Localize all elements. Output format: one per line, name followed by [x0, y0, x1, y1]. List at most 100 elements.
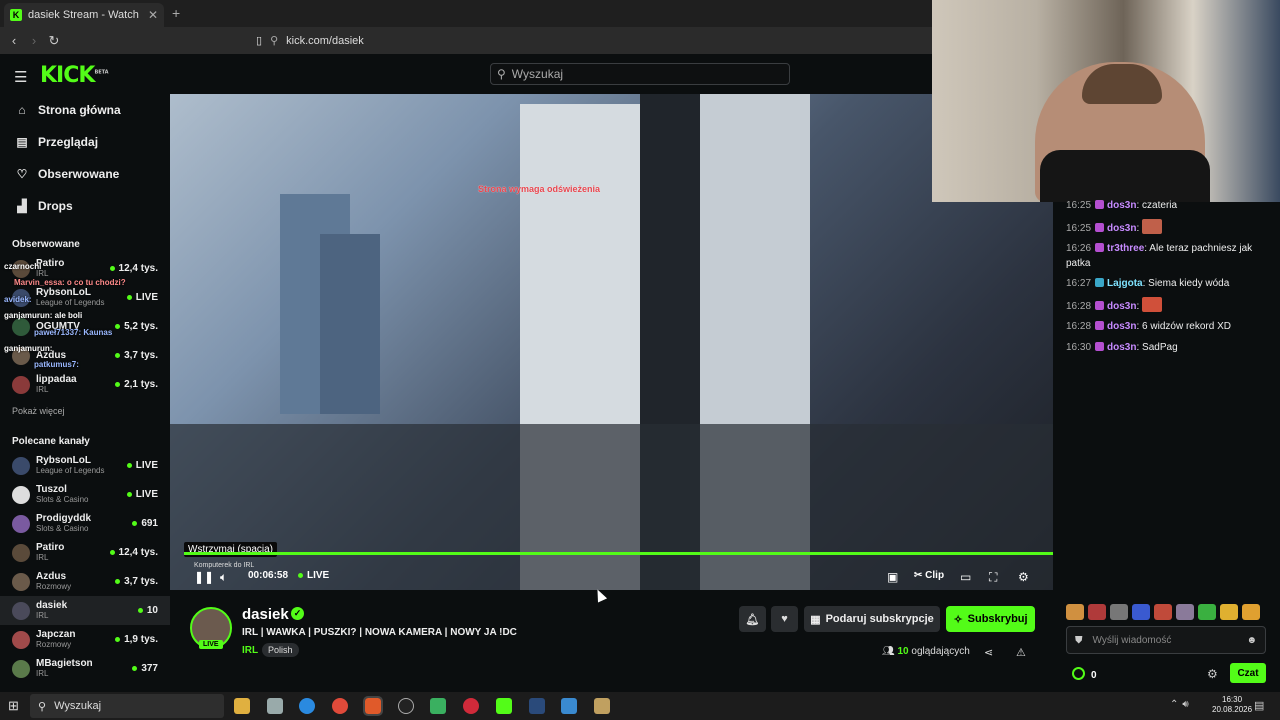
search-input[interactable]: ⚲ Wyszukaj	[490, 63, 790, 85]
emote-icon[interactable]	[1154, 604, 1172, 620]
progress-bar[interactable]	[184, 552, 1053, 555]
refresh-notice: Strona wymaga odświeżenia	[478, 184, 601, 194]
url-field[interactable]: ▯ ⚲ kick.com/dasiek	[256, 30, 932, 51]
msg-user[interactable]: dos3n	[1107, 200, 1136, 211]
notification-bell-button[interactable]: 🔔︎	[739, 606, 766, 632]
chat-gear-icon[interactable]: ⚙	[1207, 667, 1218, 681]
nav-browse[interactable]: ▤ Przeglądaj	[0, 126, 170, 158]
emote-icon[interactable]	[1176, 604, 1194, 620]
stream-category[interactable]: IRL	[242, 645, 258, 656]
app-icon[interactable]	[561, 698, 577, 714]
recommended-section-title: Polecane kanały	[12, 435, 90, 447]
emoji-icon[interactable]: ☻	[1246, 635, 1257, 646]
emote-icon[interactable]	[1110, 604, 1128, 620]
share-icon[interactable]: ⋖	[984, 646, 993, 659]
recommended-channel[interactable]: Prodigyddk Slots & Casino 691	[0, 509, 170, 538]
viewer-count: 3,7 tys.	[115, 350, 158, 361]
msg-user[interactable]: tr3three	[1107, 243, 1144, 254]
emote-icon[interactable]	[1132, 604, 1150, 620]
volume-icon[interactable]: 🔈︎	[220, 570, 227, 585]
close-tab-icon[interactable]: ✕	[148, 8, 158, 22]
language-tag[interactable]: Polish	[262, 643, 299, 657]
chat-input[interactable]: ⛊ Wyślij wiadomość ☻	[1066, 626, 1266, 654]
gift-sub-button[interactable]: ▦ Podaruj subskrypcje	[804, 606, 940, 632]
video-player[interactable]	[170, 94, 1053, 590]
msg-text: 6 widzów rekord XD	[1142, 321, 1231, 332]
bookmark-icon[interactable]: ▯	[256, 34, 262, 47]
back-icon[interactable]: ‹	[4, 33, 24, 48]
recommended-channel[interactable]: Tuszol Slots & Casino LIVE	[0, 480, 170, 509]
msg-user[interactable]: dos3n	[1107, 321, 1136, 332]
msg-time: 16:28	[1066, 301, 1092, 312]
badge-icon	[1095, 301, 1105, 310]
recommended-channel[interactable]: Azdus Rozmowy 3,7 tys.	[0, 567, 170, 596]
channel-name[interactable]: dasiek	[242, 606, 289, 623]
nav-drops[interactable]: ▟ Drops	[0, 190, 170, 222]
app-icon[interactable]	[430, 698, 446, 714]
msg-time: 16:26	[1066, 243, 1092, 254]
new-tab-button[interactable]: +	[172, 5, 180, 21]
windows-start-icon[interactable]: ⊞	[8, 698, 19, 714]
msg-time: 16:30	[1066, 342, 1092, 353]
send-chat-button[interactable]: Czat	[1230, 663, 1266, 683]
steam-icon[interactable]	[529, 698, 545, 714]
pause-icon[interactable]: ❚❚	[194, 570, 214, 584]
chat-message: 16:28 dos3n: 6 widzów rekord XD	[1066, 321, 1231, 332]
emote-icon[interactable]	[1242, 604, 1260, 620]
clip-label: Clip	[925, 570, 945, 581]
avatar	[12, 572, 30, 591]
followed-channel[interactable]: lippadaa IRL 2,1 tys.	[0, 370, 170, 399]
taskbar-search[interactable]: ⚲ Wyszukaj	[30, 694, 224, 718]
recommended-channel[interactable]: Patiro IRL 12,4 tys.	[0, 538, 170, 567]
msg-user[interactable]: dos3n	[1107, 301, 1136, 312]
settings-icon[interactable]: ⚙	[1018, 570, 1029, 584]
chat-message: 16:25 dos3n:	[1066, 219, 1266, 236]
subscribe-button[interactable]: ✧ Subskrybuj	[946, 606, 1035, 632]
site-info-icon[interactable]: ⚲	[270, 34, 278, 47]
clip-button[interactable]: ✂ Clip	[914, 570, 944, 581]
forward-icon[interactable]: ›	[24, 33, 44, 48]
recommended-channel[interactable]: MBagietson IRL 377	[0, 654, 170, 683]
emote-icon[interactable]	[1198, 604, 1216, 620]
msg-user[interactable]: dos3n	[1107, 223, 1136, 234]
recommended-channel[interactable]: Japczan Rozmowy 1,9 tys.	[0, 625, 170, 654]
msg-user[interactable]: Lajgota	[1107, 278, 1143, 289]
kick-app-icon[interactable]	[496, 698, 512, 714]
viewer-count: 👥︎ 10 oglądających	[882, 646, 970, 657]
miniplayer-icon[interactable]: ▭	[960, 570, 971, 584]
badge-icon	[1095, 243, 1105, 252]
follow-button[interactable]: ♥	[771, 606, 798, 632]
obs-icon[interactable]	[398, 698, 414, 714]
channel-points[interactable]: 0	[1072, 667, 1097, 681]
file-explorer-icon[interactable]	[234, 698, 250, 714]
msg-user[interactable]: dos3n	[1107, 342, 1136, 353]
theater-icon[interactable]: ▣	[887, 570, 898, 584]
nav-following[interactable]: ♡ Obserwowane	[0, 158, 170, 190]
emote-icon[interactable]	[1088, 604, 1106, 620]
taskbar-clock[interactable]: 16:30 20.08.2026	[1212, 695, 1252, 715]
chat-settings-icon[interactable]: ⛊	[1075, 635, 1083, 646]
app-icon[interactable]	[594, 698, 610, 714]
reload-icon[interactable]: ↻	[44, 33, 64, 49]
menu-icon[interactable]: ☰	[14, 68, 27, 86]
show-more-link[interactable]: Pokaż więcej	[0, 399, 170, 423]
chrome-icon[interactable]	[332, 698, 348, 714]
notifications-icon[interactable]: ▤	[1254, 699, 1264, 712]
app-icon[interactable]	[267, 698, 283, 714]
browser-tab[interactable]: K dasiek Stream - Watch Live o ✕	[4, 3, 164, 27]
brave-icon[interactable]	[363, 696, 383, 716]
recommended-channel[interactable]: RybsonLoL League of Legends LIVE	[0, 451, 170, 480]
avatar	[12, 317, 30, 336]
emote-icon[interactable]	[1220, 604, 1238, 620]
kick-logo[interactable]: KICKBETA	[40, 63, 109, 88]
chat-message: 16:27 Lajgota: Siema kiedy wóda	[1066, 278, 1230, 289]
nav-home[interactable]: ⌂ Strona główna	[0, 94, 170, 126]
system-tray[interactable]: ⌃🔊︎	[1170, 699, 1193, 710]
msg-time: 16:27	[1066, 278, 1092, 289]
emote-icon[interactable]	[1066, 604, 1084, 620]
fullscreen-icon[interactable]: ⛶	[989, 570, 997, 585]
report-icon[interactable]: ⚠	[1016, 646, 1026, 659]
app-icon[interactable]	[463, 698, 479, 714]
recommended-channel-active[interactable]: dasiek IRL 10	[0, 596, 170, 625]
edge-icon[interactable]	[299, 698, 315, 714]
